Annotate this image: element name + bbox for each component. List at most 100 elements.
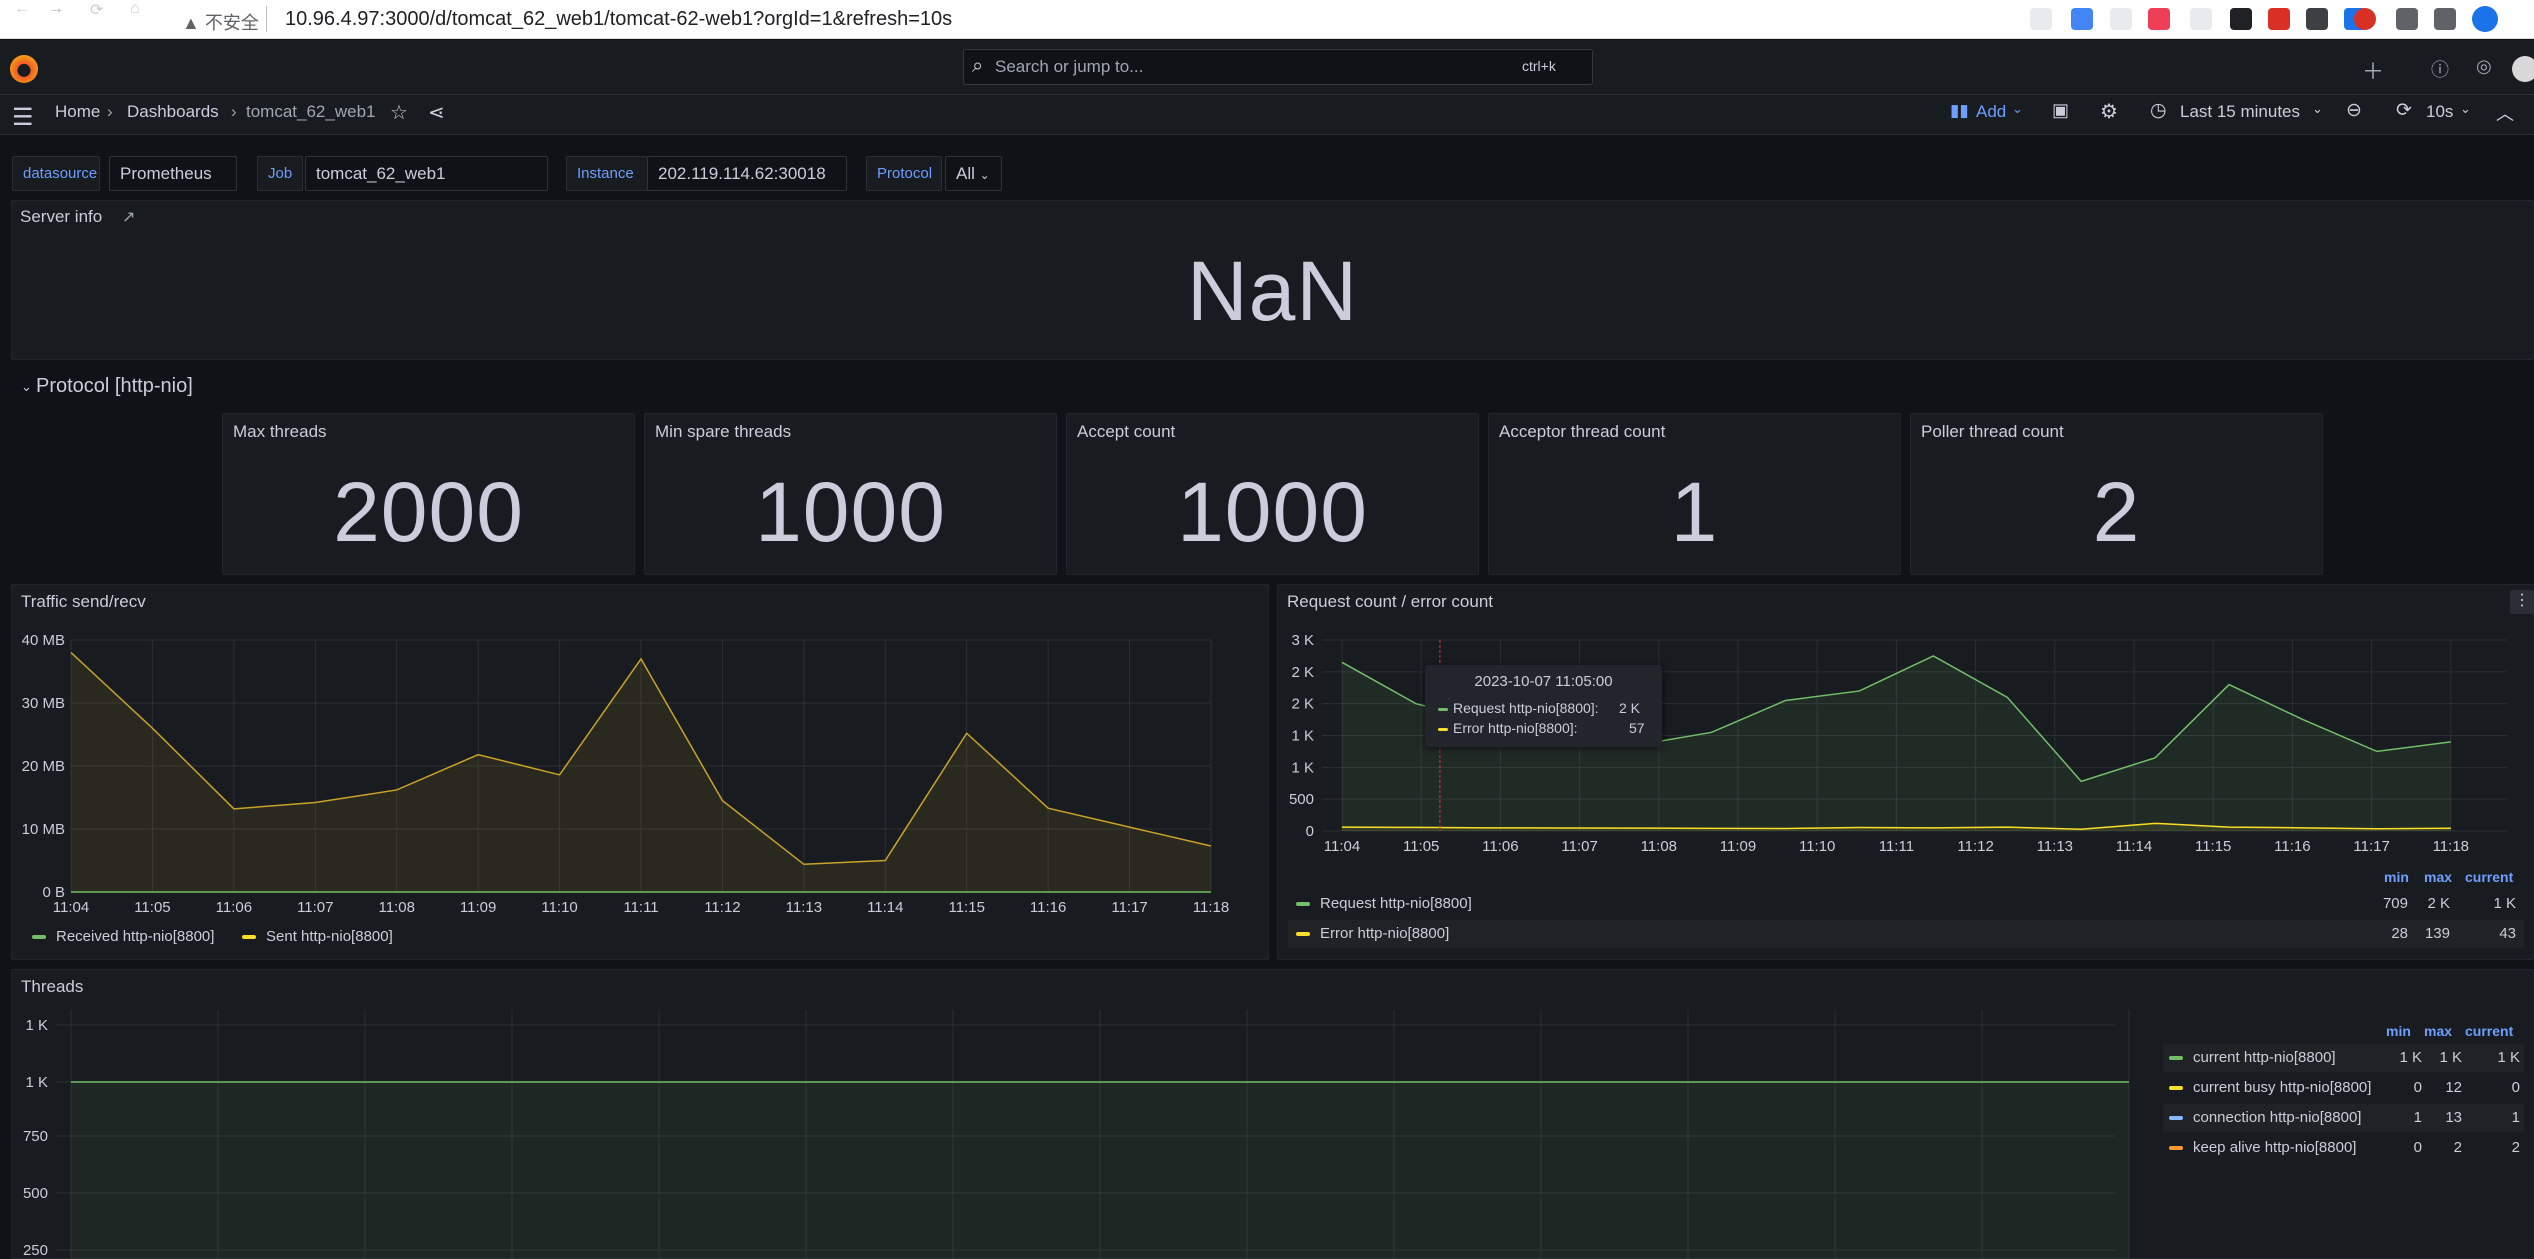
y-tick-label: 3 K xyxy=(1291,632,1314,649)
pocket-icon[interactable] xyxy=(2148,8,2170,30)
legend-row[interactable]: Request http-nio[8800] 709 2 K 1 K xyxy=(1288,890,2524,918)
adblock-icon[interactable] xyxy=(2354,8,2376,30)
legend-row[interactable]: current busy http-nio[8800] 0 12 0 xyxy=(2163,1074,2524,1102)
news-icon[interactable]: ◎ xyxy=(2476,56,2492,77)
terminal-icon[interactable] xyxy=(2230,8,2252,30)
legend-item[interactable]: Sent http-nio[8800] xyxy=(242,928,393,945)
profile-avatar[interactable] xyxy=(2472,6,2498,32)
x-tick-label: 11:04 xyxy=(1324,838,1360,855)
clock-icon: ◷ xyxy=(2150,100,2167,121)
menu-icon[interactable]: ☰ xyxy=(12,103,34,132)
chevron-down-icon: ⌄ xyxy=(2312,101,2323,116)
extensions-puzzle-icon[interactable] xyxy=(2396,8,2418,30)
traffic-chart[interactable]: 0 B10 MB20 MB30 MB40 MB11:04 11:05 11:06 11… xyxy=(11,620,1269,920)
extension-icon[interactable] xyxy=(2190,8,2212,30)
y-tick-label: 500 xyxy=(23,1185,48,1202)
settings-gear-icon[interactable]: ⚙ xyxy=(2100,99,2118,124)
x-tick-label: 11:14 xyxy=(867,899,903,916)
job-input[interactable]: tomcat_62_web1 xyxy=(305,156,548,191)
refresh-interval-picker[interactable]: 10s xyxy=(2426,102,2453,122)
legend-row[interactable]: keep alive http-nio[8800] 0 2 2 xyxy=(2163,1134,2524,1162)
share-icon[interactable]: ⋖ xyxy=(428,100,445,125)
y-tick-label: 2 K xyxy=(1291,664,1314,681)
legend-header-min[interactable]: min xyxy=(2386,1023,2411,1039)
extension-icon[interactable] xyxy=(2030,8,2052,30)
extension-icon[interactable] xyxy=(2110,8,2132,30)
external-link-icon[interactable]: ↗ xyxy=(122,207,135,227)
y-tick-label: 500 xyxy=(1289,791,1314,808)
sidepanel-icon[interactable] xyxy=(2434,8,2456,30)
legend-label: Error http-nio[8800] xyxy=(1320,925,1450,942)
x-tick-label: 11:16 xyxy=(1030,899,1066,916)
legend-row[interactable]: connection http-nio[8800] 1 13 1 xyxy=(2163,1104,2524,1132)
row-collapse-chevron-icon[interactable]: ⌄ xyxy=(21,379,32,395)
zoom-out-icon[interactable]: ⊖ xyxy=(2346,99,2362,122)
x-tick-label: 11:13 xyxy=(786,899,822,916)
collapse-icon[interactable]: ︿ xyxy=(2496,100,2514,126)
panel-menu-icon[interactable]: ⋮ xyxy=(2510,590,2534,614)
datasource-select[interactable]: Prometheus ⌄ xyxy=(109,156,237,215)
breadcrumb-home[interactable]: Home xyxy=(55,102,100,122)
stat-panel-min-spare-threads: Min spare threads 1000 xyxy=(644,413,1057,575)
time-range-picker[interactable]: Last 15 minutes xyxy=(2180,102,2300,122)
threads-chart[interactable]: 250 500 750 1 K 1 K xyxy=(11,1000,2151,1259)
series-area xyxy=(71,1082,2129,1259)
home-icon[interactable]: ⌂ xyxy=(130,0,140,18)
legend-header-max[interactable]: max xyxy=(2424,1023,2452,1039)
x-tick-label: 11:14 xyxy=(2116,838,2152,855)
legend-swatch xyxy=(1296,902,1310,907)
row-title[interactable]: Protocol [http-nio] xyxy=(36,375,193,398)
protocol-select[interactable]: All ⌄ xyxy=(945,156,1002,191)
chart-tooltip: 2023-10-07 11:05:00 Request http-nio[880… xyxy=(1425,665,1662,747)
panel-title: Request count / error count xyxy=(1287,592,1494,611)
legend-item[interactable]: Received http-nio[8800] xyxy=(32,928,214,945)
x-tick-label: 11:09 xyxy=(1720,838,1756,855)
legend-header-max[interactable]: max xyxy=(2424,869,2452,885)
legend-row[interactable]: Error http-nio[8800] 28 139 43 xyxy=(1288,920,2524,948)
instance-value: 202.119.114.62:30018 xyxy=(658,164,826,183)
chevron-down-icon: ⌄ xyxy=(2460,101,2471,116)
forward-icon[interactable]: → xyxy=(48,0,64,18)
y-tick-label: 2 K xyxy=(1291,696,1314,713)
legend-current: 2 xyxy=(2511,1139,2520,1156)
search-shortcut: ctrl+k xyxy=(1522,58,1556,74)
star-icon[interactable]: ☆ xyxy=(390,100,408,125)
add-button[interactable]: Add xyxy=(1976,102,2006,122)
legend-label: Sent http-nio[8800] xyxy=(266,928,393,945)
translate-icon[interactable] xyxy=(2071,8,2093,30)
save-icon[interactable]: ▣ xyxy=(2052,100,2069,121)
legend-row[interactable]: current http-nio[8800] 1 K 1 K 1 K xyxy=(2163,1044,2524,1072)
security-warning[interactable]: ▲ 不安全 xyxy=(182,9,259,35)
legend-header-current[interactable]: current xyxy=(2465,869,2513,885)
back-icon[interactable]: ← xyxy=(14,0,30,18)
legend-swatch xyxy=(2169,1086,2183,1091)
new-plus-icon[interactable]: ＋ xyxy=(2362,54,2384,86)
user-avatar[interactable] xyxy=(2512,56,2534,82)
legend-header-min[interactable]: min xyxy=(2384,869,2409,885)
tooltip-time: 2023-10-07 11:05:00 xyxy=(1474,673,1613,690)
breadcrumb-dashboards[interactable]: Dashboards xyxy=(127,102,219,122)
refresh-icon[interactable]: ⟳ xyxy=(2396,99,2412,122)
help-icon[interactable]: ⓘ xyxy=(2431,56,2449,82)
legend-swatch xyxy=(2169,1146,2183,1151)
chevron-down-icon: ⌄ xyxy=(2012,101,2023,116)
legend-header-current[interactable]: current xyxy=(2465,1023,2513,1039)
legend-max: 139 xyxy=(2424,925,2450,942)
instance-select[interactable]: 202.119.114.62:30018 ⌄ xyxy=(647,156,847,215)
x-tick-label: 11:17 xyxy=(1111,899,1147,916)
x-tick-label: 11:05 xyxy=(1403,838,1439,855)
tooltip-value: 2 K xyxy=(1619,700,1641,716)
y-tick-label: 20 MB xyxy=(22,758,65,775)
screenshot-icon[interactable] xyxy=(2268,8,2290,30)
stat-value: 2000 xyxy=(333,465,524,559)
address-bar[interactable]: 10.96.4.97:3000/d/tomcat_62_web1/tomcat-… xyxy=(285,8,952,31)
y-tick-label: 10 MB xyxy=(22,821,65,838)
protocol-value: All xyxy=(956,164,975,183)
panel-title: Server info xyxy=(20,207,103,226)
stat-value: 1 xyxy=(1670,465,1719,559)
x-tick-label: 11:16 xyxy=(2274,838,2310,855)
extension-icon[interactable] xyxy=(2306,8,2328,30)
reload-icon[interactable]: ⟳ xyxy=(90,0,103,20)
x-tick-label: 11:15 xyxy=(2195,838,2231,855)
grafana-logo-icon[interactable] xyxy=(10,55,38,83)
